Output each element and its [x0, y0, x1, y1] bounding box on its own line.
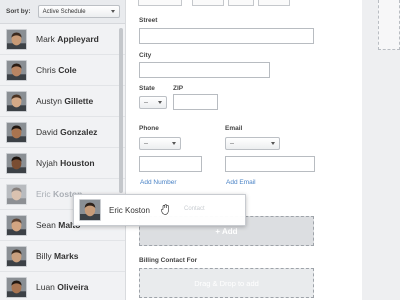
contact-name: Nyjah Houston	[36, 158, 95, 168]
billing-label: Billing Contact For	[139, 257, 198, 264]
email-type-value: --	[230, 140, 234, 147]
list-item[interactable]: Mark Appleyard	[0, 24, 125, 55]
drag-ghost-underlay-text: Contact	[184, 206, 205, 212]
contact-sidebar: Sort by: Active Schedule Mark Appleyard …	[0, 0, 126, 300]
chevron-down-icon	[172, 142, 176, 145]
sort-select[interactable]: Active Schedule	[37, 5, 120, 18]
zip-input[interactable]	[173, 94, 218, 110]
state-select[interactable]: --	[139, 96, 167, 109]
list-item[interactable]: Nyjah Houston	[0, 148, 125, 179]
add-number-link[interactable]: Add Number	[140, 179, 177, 186]
sort-select-value: Active Schedule	[42, 8, 86, 15]
contact-name: Billy Marks	[36, 251, 79, 261]
sidebar-scrollbar[interactable]	[119, 28, 123, 193]
drag-ghost[interactable]: Eric Koston Contact	[73, 194, 246, 226]
avatar	[6, 245, 27, 267]
phone-input[interactable]	[139, 156, 202, 172]
contact-list: Mark Appleyard Chris Cole Austyn Gillett…	[0, 24, 125, 300]
list-item[interactable]: Luan Oliveira	[0, 272, 125, 300]
phone-type-select[interactable]: --	[139, 137, 181, 150]
sort-bar: Sort by: Active Schedule	[0, 0, 125, 24]
contact-name: Austyn Gillette	[36, 96, 94, 106]
list-item[interactable]: Austyn Gillette	[0, 86, 125, 117]
top-field-stub[interactable]	[228, 0, 254, 6]
avatar	[6, 276, 27, 298]
avatar	[6, 90, 27, 112]
list-item[interactable]: Billy Marks	[0, 241, 125, 272]
top-field-stub[interactable]	[138, 0, 182, 6]
state-label: State	[139, 85, 155, 92]
avatar	[6, 59, 27, 81]
drag-ghost-name: Eric Koston	[109, 205, 150, 215]
email-input[interactable]	[225, 156, 315, 172]
add-email-link[interactable]: Add Email	[226, 179, 256, 186]
contact-name: David Gonzalez	[36, 127, 98, 137]
top-field-stub[interactable]	[192, 0, 224, 6]
chevron-down-icon	[271, 142, 275, 145]
avatar	[79, 199, 101, 221]
avatar	[6, 152, 27, 174]
chevron-down-icon	[158, 101, 162, 104]
contact-name: Mark Appleyard	[36, 34, 99, 44]
avatar	[6, 214, 27, 236]
avatar	[6, 183, 27, 205]
state-select-value: --	[144, 99, 148, 106]
top-field-stub[interactable]	[258, 0, 290, 6]
right-panel	[362, 0, 400, 300]
billing-drop-text: Drag & Drop to add	[194, 278, 259, 288]
add-button-label: + Add	[215, 226, 238, 236]
contact-form: Street City State ZIP -- Phone Email -- …	[126, 0, 362, 300]
phone-type-value: --	[144, 140, 148, 147]
billing-drop-zone[interactable]: Drag & Drop to add	[139, 268, 314, 298]
list-item[interactable]: Chris Cole	[0, 55, 125, 86]
sort-label: Sort by:	[6, 8, 31, 15]
phone-label: Phone	[139, 125, 159, 132]
contact-name: Luan Oliveira	[36, 282, 89, 292]
zip-label: ZIP	[173, 85, 184, 92]
list-item[interactable]: David Gonzalez	[0, 117, 125, 148]
street-input[interactable]	[139, 28, 314, 44]
avatar	[6, 121, 27, 143]
grab-cursor-icon	[161, 204, 169, 215]
contact-name: Chris Cole	[36, 65, 77, 75]
avatar	[6, 28, 27, 50]
email-label: Email	[225, 125, 243, 132]
street-label: Street	[139, 17, 158, 24]
city-input[interactable]	[139, 62, 270, 78]
chevron-down-icon	[110, 10, 115, 13]
email-type-select[interactable]: --	[225, 137, 280, 150]
city-label: City	[139, 52, 152, 59]
right-drop-stub[interactable]	[378, 0, 400, 50]
